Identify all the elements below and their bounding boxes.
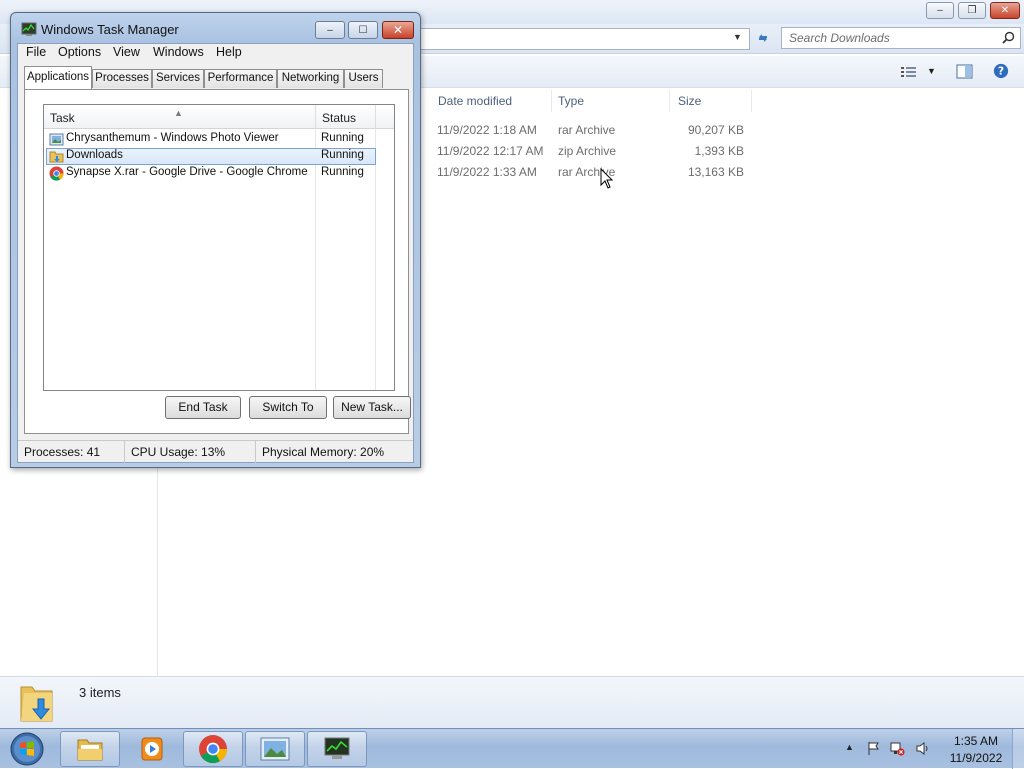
taskbar-chrome[interactable]	[183, 731, 243, 767]
column-header-status[interactable]: Status	[316, 105, 376, 129]
photo-viewer-icon	[260, 737, 290, 761]
action-center-icon[interactable]	[866, 741, 881, 756]
task-status: Running	[321, 166, 364, 178]
folder-icon	[49, 151, 64, 163]
taskbar-explorer[interactable]	[60, 731, 120, 767]
file-row[interactable]: 11/9/2022 1:33 AM rar Archive 13,163 KB	[430, 162, 760, 182]
search-input[interactable]	[782, 28, 992, 48]
status-cpu-usage: CPU Usage: 13%	[125, 441, 256, 463]
task-name: Synapse X.rar - Google Drive - Google Ch…	[66, 166, 308, 178]
explorer-minimize-button[interactable]: –	[926, 2, 954, 19]
file-size: 13,163 KB	[687, 165, 744, 179]
file-type: rar Archive	[558, 123, 616, 137]
menu-file[interactable]: File	[26, 45, 46, 59]
clock-date[interactable]: 11/9/2022	[943, 751, 1009, 765]
tab-applications[interactable]: Applications	[24, 66, 92, 89]
end-task-button[interactable]: End Task	[165, 396, 241, 419]
tab-processes[interactable]: Processes	[92, 69, 152, 88]
task-manager-icon	[21, 22, 37, 36]
menu-windows[interactable]: Windows	[153, 45, 204, 59]
tab-users[interactable]: Users	[344, 69, 383, 88]
task-status: Running	[321, 149, 364, 161]
status-bar: Processes: 41 CPU Usage: 13% Physical Me…	[18, 440, 413, 463]
file-row[interactable]: 11/9/2022 1:18 AM rar Archive 90,207 KB	[430, 120, 760, 140]
menu-help[interactable]: Help	[216, 45, 242, 59]
address-bar[interactable]	[420, 28, 750, 50]
new-task-button[interactable]: New Task...	[333, 396, 411, 419]
task-row[interactable]: Synapse X.rar - Google Drive - Google Ch…	[46, 165, 376, 182]
show-desktop-button[interactable]	[1012, 729, 1024, 769]
media-player-icon	[141, 737, 163, 761]
taskbar-task-manager[interactable]	[307, 731, 367, 767]
column-header-date[interactable]: Date modified	[430, 90, 552, 112]
downloads-folder-icon	[20, 686, 53, 722]
view-dropdown-icon[interactable]: ▼	[927, 66, 936, 76]
column-header-type[interactable]: Type	[550, 90, 670, 112]
explorer-restore-button[interactable]: ❐	[958, 2, 986, 19]
chrome-icon	[199, 735, 228, 764]
column-header-task[interactable]: ▲ Task	[44, 105, 316, 129]
tab-services[interactable]: Services	[152, 69, 204, 88]
task-name: Downloads	[66, 149, 123, 161]
explorer-close-button[interactable]: ✕	[990, 2, 1020, 19]
show-hidden-icons-icon[interactable]: ▲	[845, 742, 854, 752]
mouse-cursor-icon	[600, 168, 614, 189]
task-row[interactable]: Chrysanthemum - Windows Photo Viewer Run…	[46, 131, 376, 148]
file-type: zip Archive	[558, 144, 617, 158]
taskbar: ▲ 1:35 AM 11/9/2022	[0, 728, 1024, 769]
item-count: 3 items	[79, 685, 121, 700]
help-icon[interactable]: ?	[992, 63, 1010, 79]
preview-pane-icon[interactable]	[956, 64, 974, 80]
task-list[interactable]: ▲ Task Status Chrysanthemum - Windows Ph…	[43, 104, 395, 391]
clock-time[interactable]: 1:35 AM	[946, 734, 1006, 748]
file-size: 90,207 KB	[687, 123, 744, 137]
file-date: 11/9/2022 12:17 AM	[437, 144, 544, 158]
task-row-selected[interactable]: Downloads Running	[46, 148, 376, 165]
taskbar-media-player[interactable]	[122, 731, 182, 767]
file-date: 11/9/2022 1:33 AM	[437, 165, 537, 179]
column-header-task-label: Task	[50, 111, 75, 125]
task-manager-window[interactable]: Windows Task Manager – ☐ ✕ File Options …	[10, 12, 421, 468]
network-error-icon[interactable]	[890, 741, 905, 756]
tab-networking[interactable]: Networking	[277, 69, 344, 88]
chrome-icon	[49, 166, 64, 181]
tab-performance[interactable]: Performance	[204, 69, 277, 88]
view-options-icon[interactable]	[900, 64, 918, 80]
applications-panel: ▲ Task Status Chrysanthemum - Windows Ph…	[24, 89, 411, 434]
svg-text:?: ?	[998, 65, 1004, 78]
file-row[interactable]: 11/9/2022 12:17 AM zip Archive 1,393 KB	[430, 141, 760, 161]
tab-strip: Applications Processes Services Performa…	[24, 66, 409, 90]
task-status: Running	[321, 132, 364, 144]
window-title: Windows Task Manager	[41, 22, 179, 37]
menu-view[interactable]: View	[113, 45, 140, 59]
taskbar-photo-viewer[interactable]	[245, 731, 305, 767]
refresh-icon[interactable]	[752, 27, 774, 49]
volume-icon[interactable]	[915, 741, 930, 756]
explorer-icon	[77, 739, 103, 761]
column-header-size[interactable]: Size	[670, 90, 752, 112]
address-dropdown-icon[interactable]: ▼	[733, 32, 742, 42]
switch-to-button[interactable]: Switch To	[249, 396, 327, 419]
system-tray: ▲ 1:35 AM 11/9/2022	[835, 729, 1024, 769]
status-processes: Processes: 41	[18, 441, 125, 463]
task-list-header: ▲ Task Status	[44, 105, 394, 129]
file-date: 11/9/2022 1:18 AM	[437, 123, 537, 137]
task-name: Chrysanthemum - Windows Photo Viewer	[66, 132, 279, 144]
menu-options[interactable]: Options	[58, 45, 101, 59]
start-button[interactable]	[8, 731, 46, 767]
status-physical-memory: Physical Memory: 20%	[262, 445, 385, 459]
details-pane: 3 items	[0, 676, 1024, 728]
maximize-button[interactable]: ☐	[348, 21, 378, 39]
task-manager-icon	[324, 737, 350, 759]
task-manager-titlebar[interactable]: Windows Task Manager – ☐ ✕	[11, 13, 420, 43]
file-size: 1,393 KB	[694, 144, 744, 158]
close-button[interactable]: ✕	[382, 21, 414, 39]
search-icon[interactable]	[1002, 31, 1015, 44]
menu-bar: File Options View Windows Help	[18, 44, 413, 62]
sort-ascending-icon: ▲	[174, 108, 183, 118]
photo-viewer-icon	[49, 133, 64, 146]
search-box[interactable]	[781, 27, 1021, 49]
minimize-button[interactable]: –	[315, 21, 345, 39]
task-manager-body: File Options View Windows Help Applicati…	[17, 43, 414, 463]
